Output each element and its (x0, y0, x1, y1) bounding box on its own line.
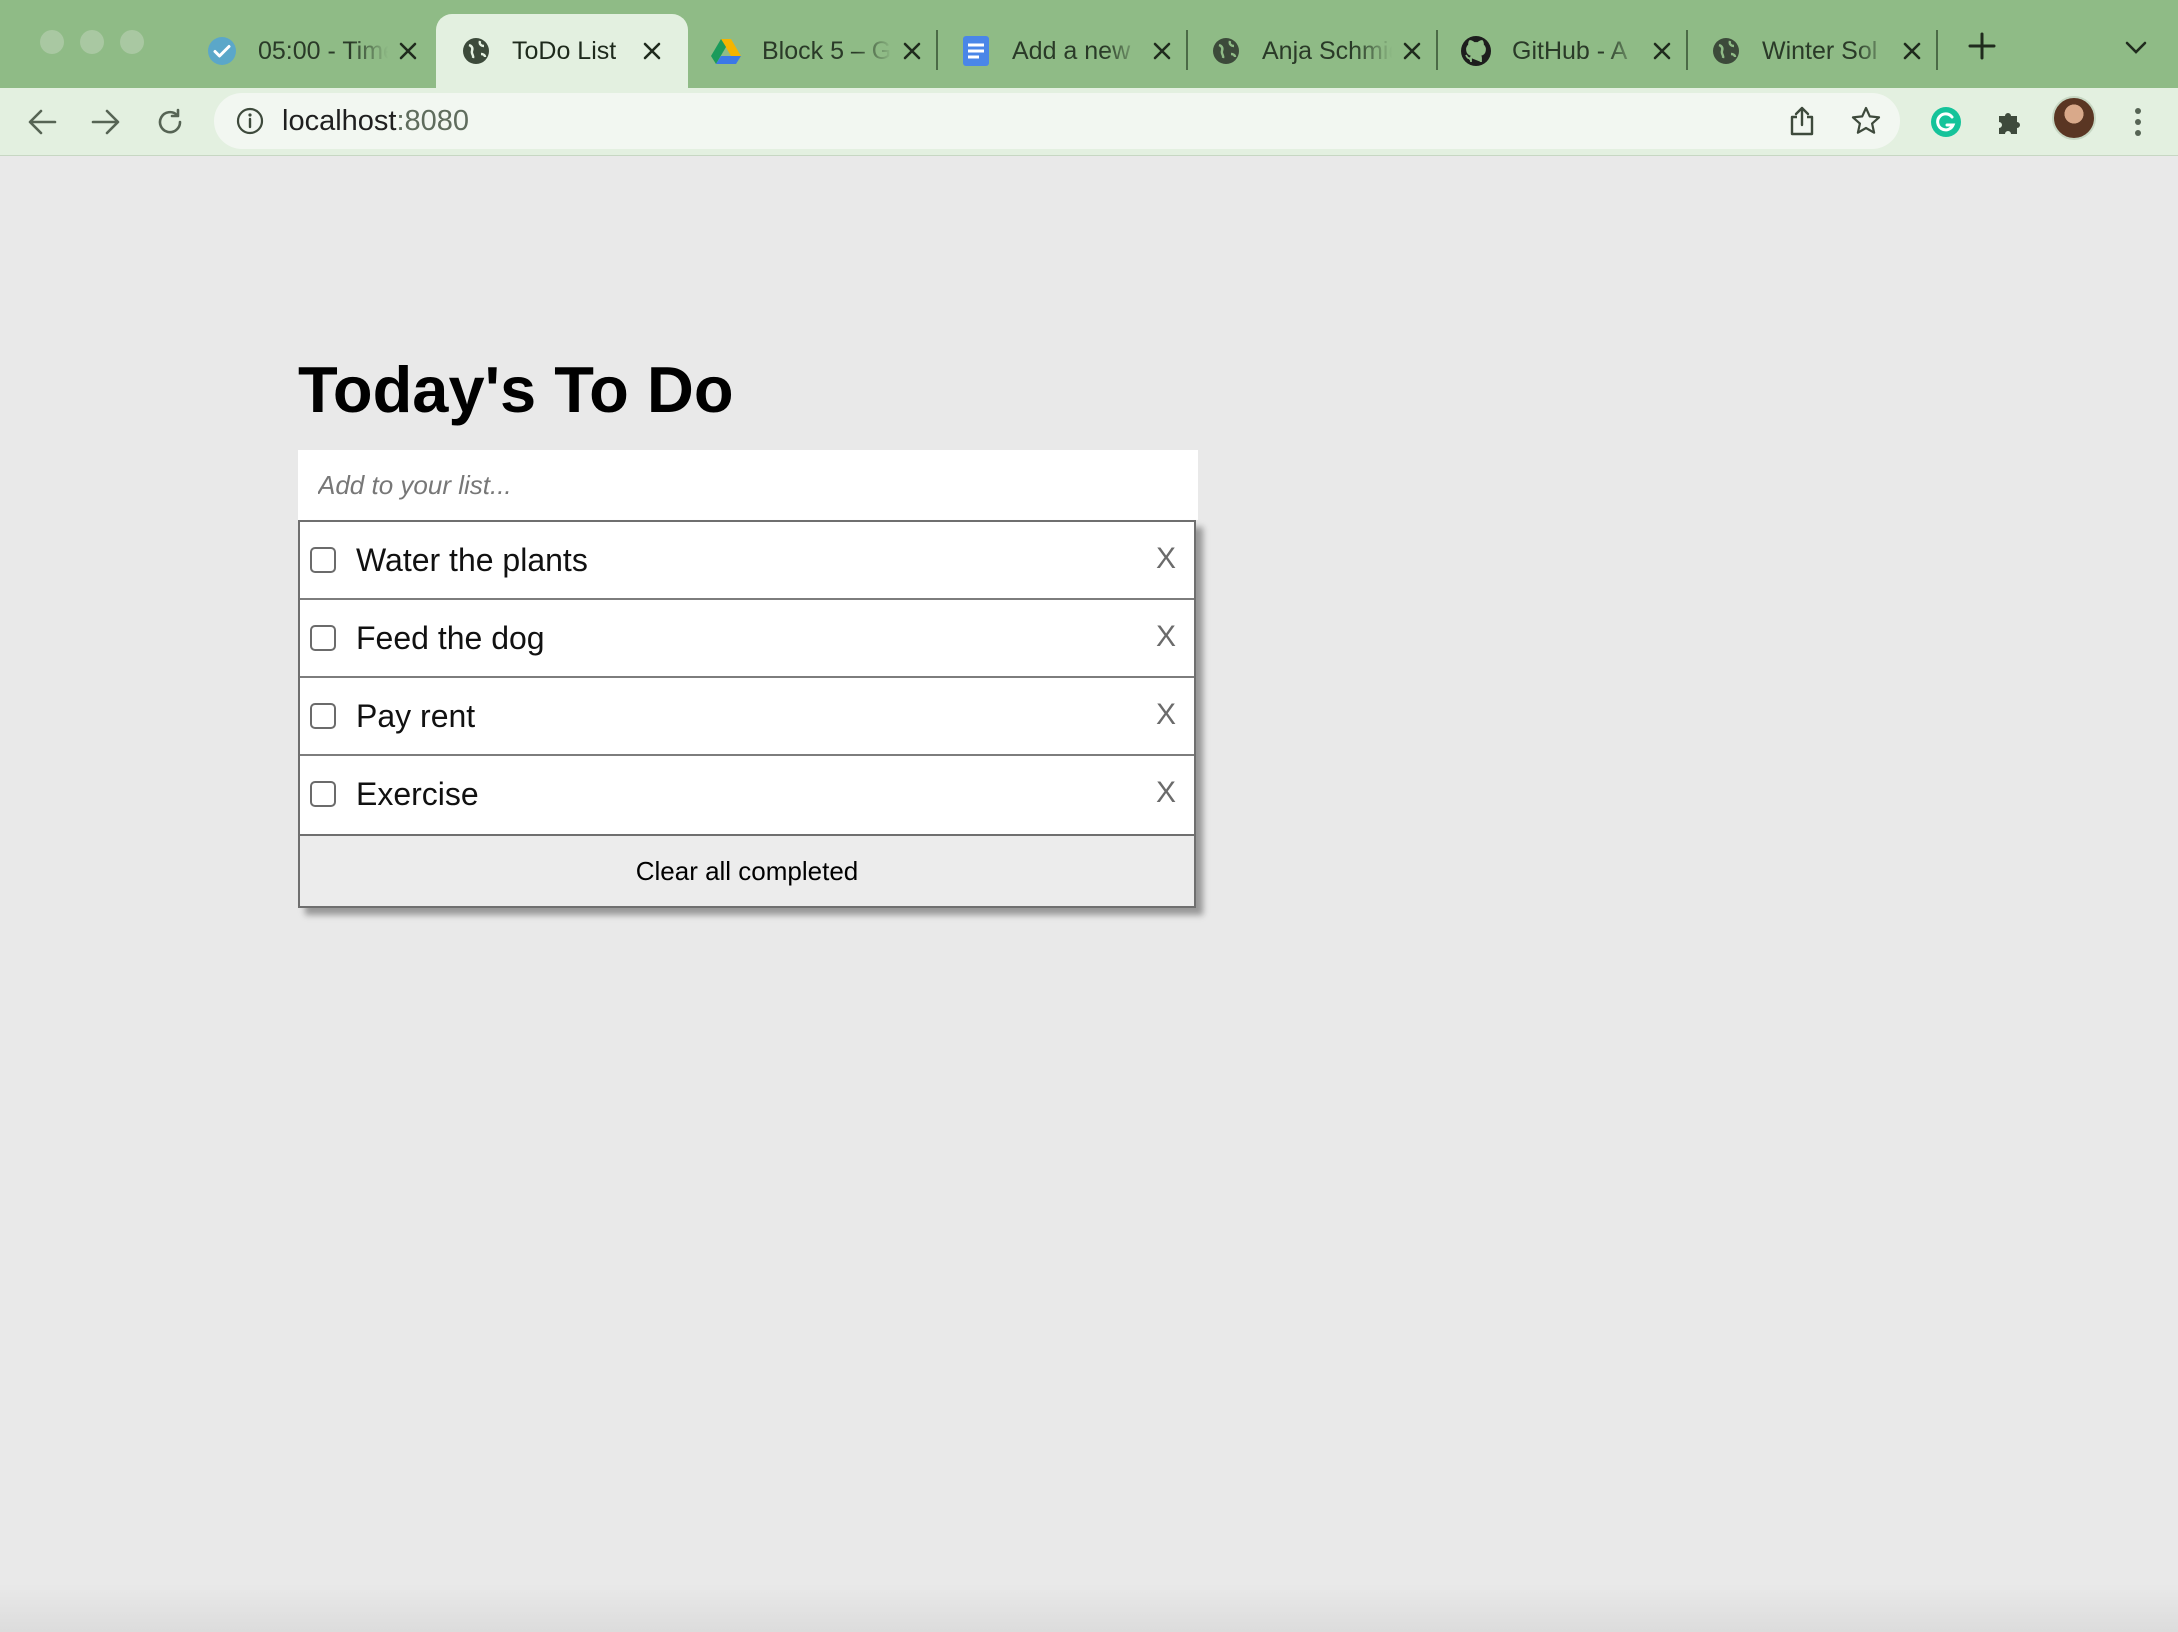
tab-github[interactable]: GitHub - A (1460, 14, 1678, 88)
close-tab-icon[interactable] (1896, 35, 1928, 67)
todo-item: Pay rent X (300, 678, 1194, 756)
close-tab-icon[interactable] (1396, 35, 1428, 67)
tab-winter-sol[interactable]: Winter Sol (1710, 14, 1928, 88)
tab-separator (1686, 30, 1688, 70)
new-tab-button[interactable] (1966, 30, 1998, 62)
reload-button[interactable] (152, 104, 188, 140)
site-info-icon[interactable] (236, 107, 264, 135)
close-tab-icon[interactable] (392, 35, 424, 67)
url-port: :8080 (396, 105, 470, 137)
grammarly-icon[interactable] (1928, 104, 1964, 140)
url-host: localhost (282, 105, 397, 137)
todo-item: Exercise X (300, 756, 1194, 834)
tab-separator (1436, 30, 1438, 70)
share-icon[interactable] (1786, 105, 1818, 137)
close-tab-icon[interactable] (1146, 35, 1178, 67)
todo-checkbox[interactable] (310, 781, 336, 807)
tab-title: Anja Schmidt (1262, 36, 1392, 65)
extensions-puzzle-icon[interactable] (1992, 104, 2028, 140)
tab-separator (1936, 30, 1938, 70)
globe-icon (460, 35, 492, 67)
window-maximize-button[interactable] (120, 30, 144, 54)
address-bar[interactable]: localhost:8080 (214, 93, 1900, 149)
chevron-down-icon[interactable] (2122, 34, 2150, 62)
tab-title: Block 5 – Google Drive (762, 36, 892, 65)
window-close-button[interactable] (40, 30, 64, 54)
tab-separator (1186, 30, 1188, 70)
todo-item: Water the plants X (300, 522, 1194, 600)
google-drive-icon (710, 35, 742, 67)
todo-widget: Water the plants X Feed the dog X Pay re… (298, 450, 1198, 908)
bookmark-star-icon[interactable] (1850, 105, 1882, 137)
close-tab-icon[interactable] (636, 35, 668, 67)
todo-item-label: Water the plants (356, 542, 588, 578)
todo-item-label: Exercise (356, 776, 479, 812)
forward-button[interactable] (88, 104, 124, 140)
window-minimize-button[interactable] (80, 30, 104, 54)
delete-item-button[interactable]: X (1156, 698, 1176, 732)
close-tab-icon[interactable] (1646, 35, 1678, 67)
page-title: Today's To Do (298, 353, 734, 426)
todo-checkbox[interactable] (310, 625, 336, 651)
todo-checkbox[interactable] (310, 703, 336, 729)
todo-checkbox[interactable] (310, 547, 336, 573)
tab-todo-list[interactable]: ToDo List (436, 14, 688, 88)
delete-item-button[interactable]: X (1156, 542, 1176, 576)
tab-title: 05:00 - Timer (258, 36, 388, 65)
clear-completed-button[interactable]: Clear all completed (300, 834, 1194, 906)
delete-item-button[interactable]: X (1156, 620, 1176, 654)
menu-kebab-icon[interactable] (2120, 104, 2156, 140)
address-url[interactable]: localhost:8080 (282, 105, 469, 138)
tab-title: GitHub - A (1512, 36, 1628, 65)
add-item-input[interactable] (298, 450, 1198, 520)
close-tab-icon[interactable] (896, 35, 928, 67)
delete-item-button[interactable]: X (1156, 776, 1176, 810)
globe-icon (1210, 35, 1242, 67)
tab-google-docs[interactable]: Add a new (960, 14, 1178, 88)
tab-timer[interactable]: 05:00 - Timer (206, 14, 424, 88)
github-icon (1460, 35, 1492, 67)
profile-avatar[interactable] (2052, 96, 2096, 140)
tab-strip: 05:00 - Timer ToDo List Block 5 – Google… (0, 0, 2178, 88)
todo-item: Feed the dog X (300, 600, 1194, 678)
todo-item-label: Feed the dog (356, 620, 545, 656)
browser-toolbar: localhost:8080 (0, 88, 2178, 156)
google-docs-icon (960, 35, 992, 67)
check-circle-icon (206, 35, 238, 67)
tab-google-drive[interactable]: Block 5 – Google Drive (710, 14, 928, 88)
tab-title: ToDo List (512, 36, 617, 65)
back-button[interactable] (24, 104, 60, 140)
tab-title: Winter Sol (1762, 36, 1878, 65)
globe-icon (1710, 35, 1742, 67)
tab-title: Add a new (1012, 36, 1131, 65)
window-bottom-edge (0, 1584, 2178, 1632)
tab-separator (936, 30, 938, 70)
tab-anja-schmidt[interactable]: Anja Schmidt (1210, 14, 1428, 88)
todo-list: Water the plants X Feed the dog X Pay re… (298, 520, 1196, 908)
todo-item-label: Pay rent (356, 698, 476, 734)
